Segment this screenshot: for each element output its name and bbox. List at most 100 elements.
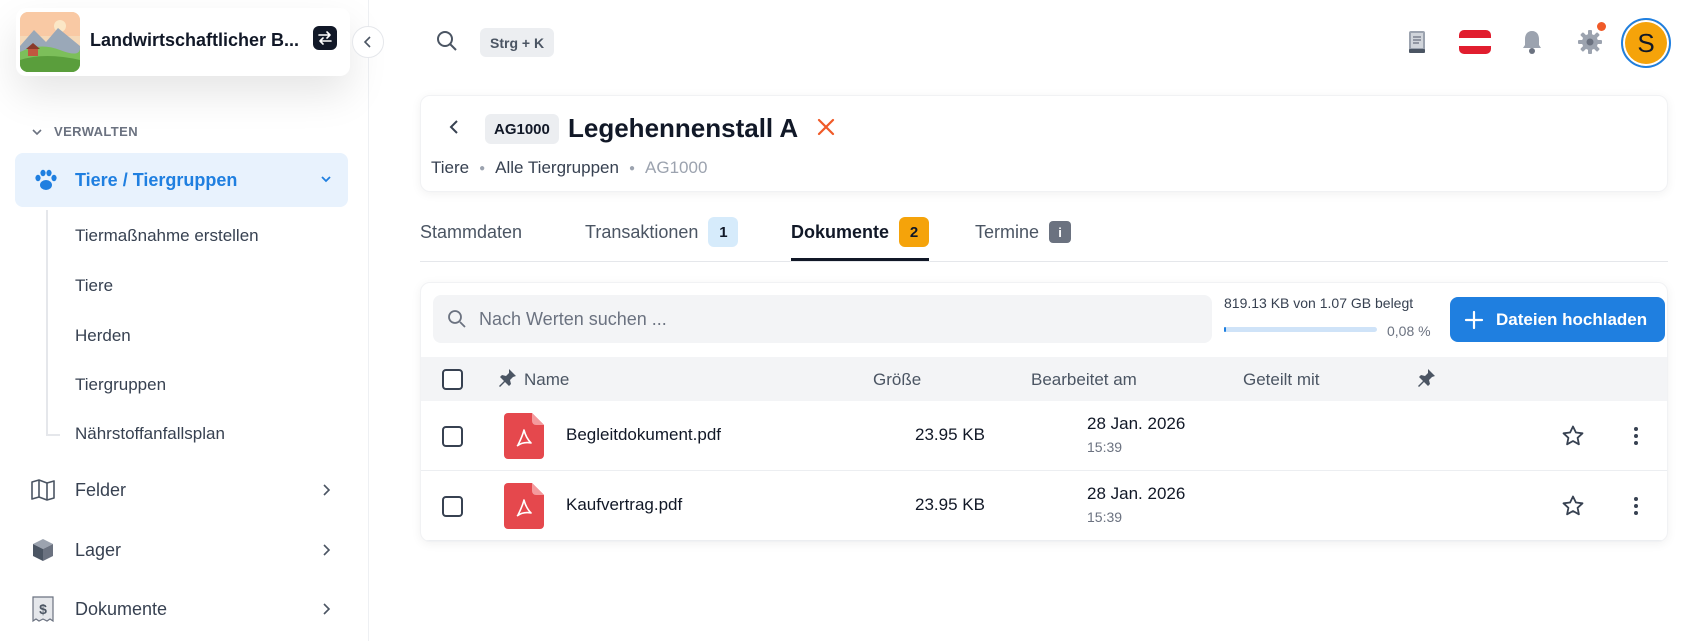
sidebar-item-lager[interactable]: Lager (28, 530, 348, 570)
sidebar-item-label: Lager (75, 539, 122, 560)
table-row[interactable]: Kaufvertrag.pdf 23.95 KB 28 Jan. 2026 15… (421, 471, 1667, 541)
tab-stammdaten[interactable]: Stammdaten (420, 222, 522, 262)
notification-dot (1597, 22, 1606, 31)
plus-icon (1464, 310, 1484, 329)
sidebar-subitem-tiere[interactable]: Tiere (75, 276, 113, 296)
guide-book-icon[interactable] (1401, 26, 1433, 58)
file-edited-time: 15:39 (1087, 439, 1123, 455)
chevron-down-icon (32, 128, 42, 135)
sidebar: Landwirtschaftlicher B... VERWALTEN Tier… (0, 0, 369, 641)
svg-text:$: $ (39, 601, 47, 617)
sidebar-subitem-naehrstoff[interactable]: Nährstoffanfallsplan (75, 424, 225, 444)
tab-label: Termine (975, 222, 1040, 242)
section-verwalten[interactable]: VERWALTEN (30, 124, 138, 139)
paw-icon (33, 167, 59, 198)
receipt-icon: $ (28, 594, 58, 624)
breadcrumb-separator: ● (479, 162, 486, 174)
chevron-right-icon (318, 601, 334, 622)
bell-icon[interactable] (1516, 26, 1548, 58)
row-checkbox[interactable] (442, 426, 463, 447)
box-icon (28, 535, 58, 565)
file-edited-date: 28 Jan. 2026 (1087, 484, 1186, 503)
sidebar-item-label: Dokumente (75, 598, 168, 619)
search-input[interactable] (479, 308, 1179, 330)
pdf-file-icon (504, 483, 544, 529)
breadcrumb-item[interactable]: Tiere (431, 158, 469, 178)
sidebar-item-felder[interactable]: Felder (28, 470, 348, 510)
chevron-right-icon (318, 542, 334, 563)
sidebar-item-dokumente[interactable]: $ Dokumente (28, 589, 348, 629)
row-checkbox[interactable] (442, 496, 463, 517)
documents-panel: 819.13 KB von 1.07 GB belegt 0,08 % Date… (420, 282, 1668, 542)
breadcrumb-separator: ● (628, 162, 636, 174)
search-field[interactable] (433, 295, 1212, 343)
sidebar-item-tiere[interactable]: Tiere / Tiergruppen (15, 153, 348, 207)
tab-label: Stammdaten (420, 222, 523, 242)
chevron-right-icon (318, 482, 334, 503)
tab-dokumente[interactable]: Dokumente 2 (791, 217, 930, 262)
tab-label: Dokumente (791, 222, 890, 242)
sidebar-subitem-herden[interactable]: Herden (75, 326, 131, 346)
section-label: VERWALTEN (54, 124, 139, 139)
breadcrumb: Tiere ● Alle Tiergruppen ● AG1000 (431, 158, 707, 178)
app-root: Landwirtschaftlicher B... VERWALTEN Tier… (0, 0, 1704, 641)
tab-termine[interactable]: Termine i (975, 221, 1072, 262)
org-switcher[interactable]: Landwirtschaftlicher B... (16, 8, 350, 76)
breadcrumb-item[interactable]: Alle Tiergruppen (495, 158, 619, 178)
pdf-file-icon (504, 413, 544, 459)
back-icon[interactable] (443, 116, 465, 143)
org-name: Landwirtschaftlicher B... (90, 30, 300, 50)
select-all-checkbox[interactable] (442, 369, 463, 390)
subtree-line (46, 210, 48, 436)
star-icon[interactable] (1561, 494, 1585, 523)
table-row[interactable]: Begleitdokument.pdf 23.95 KB 28 Jan. 202… (421, 401, 1667, 471)
storage-progress-fill (1224, 327, 1227, 332)
switch-org-icon[interactable] (313, 26, 337, 50)
breadcrumb-current: AG1000 (645, 158, 708, 177)
sidebar-item-label: Tiere / Tiergruppen (75, 170, 238, 190)
org-logo (20, 12, 80, 72)
star-icon[interactable] (1561, 424, 1585, 453)
search-icon (448, 310, 466, 328)
file-size: 23.95 KB (915, 425, 985, 444)
column-header-edited[interactable]: Bearbeitet am (1031, 370, 1137, 390)
upload-files-button[interactable]: Dateien hochladen (1450, 297, 1665, 342)
tab-transaktionen[interactable]: Transaktionen 1 (585, 217, 739, 262)
tab-label: Transaktionen (585, 222, 699, 242)
record-header: AG1000 Legehennenstall A Tiere ● Alle Ti… (420, 95, 1668, 192)
tab-bar: Stammdaten Transaktionen 1 Dokumente 2 T… (420, 212, 1668, 262)
file-edited-date: 28 Jan. 2026 (1087, 414, 1186, 433)
file-name[interactable]: Begleitdokument.pdf (566, 425, 721, 445)
book-map-icon (28, 475, 58, 505)
sidebar-subitem-tiermassnahme[interactable]: Tiermaßnahme erstellen (75, 226, 259, 246)
active-tab-indicator (791, 258, 929, 261)
avatar[interactable]: S (1621, 18, 1671, 68)
sidebar-subitem-tiergruppen[interactable]: Tiergruppen (75, 375, 166, 395)
more-options-icon[interactable] (1624, 494, 1648, 523)
search-shortcut: Strg + K (480, 28, 555, 57)
austria-flag-icon[interactable] (1456, 26, 1494, 58)
tab-info-badge: i (1049, 221, 1072, 243)
column-header-shared[interactable]: Geteilt mit (1243, 370, 1320, 390)
tab-count-badge: 2 (899, 217, 930, 247)
pin-icon[interactable] (1415, 367, 1437, 394)
record-code-badge: AG1000 (485, 114, 559, 144)
pin-icon (496, 367, 518, 394)
column-header-size[interactable]: Größe (873, 370, 921, 390)
storage-usage-text: 819.13 KB von 1.07 GB belegt (1224, 295, 1414, 311)
close-icon[interactable] (815, 116, 837, 143)
more-options-icon[interactable] (1624, 424, 1648, 453)
chevron-down-icon (318, 171, 334, 192)
file-size: 23.95 KB (915, 495, 985, 514)
chevron-left-icon (363, 36, 371, 48)
collapse-sidebar-button[interactable] (352, 26, 384, 58)
file-name[interactable]: Kaufvertrag.pdf (566, 495, 682, 515)
column-header-name[interactable]: Name (524, 370, 569, 390)
search-icon[interactable] (436, 30, 458, 57)
table-header: Name Größe Bearbeitet am Geteilt mit (421, 357, 1667, 401)
storage-percent: 0,08 % (1387, 323, 1431, 339)
storage-progress-bar (1224, 327, 1377, 332)
upload-button-label: Dateien hochladen (1496, 309, 1648, 329)
file-edited-time: 15:39 (1087, 509, 1123, 525)
subtree-tick (46, 434, 60, 436)
